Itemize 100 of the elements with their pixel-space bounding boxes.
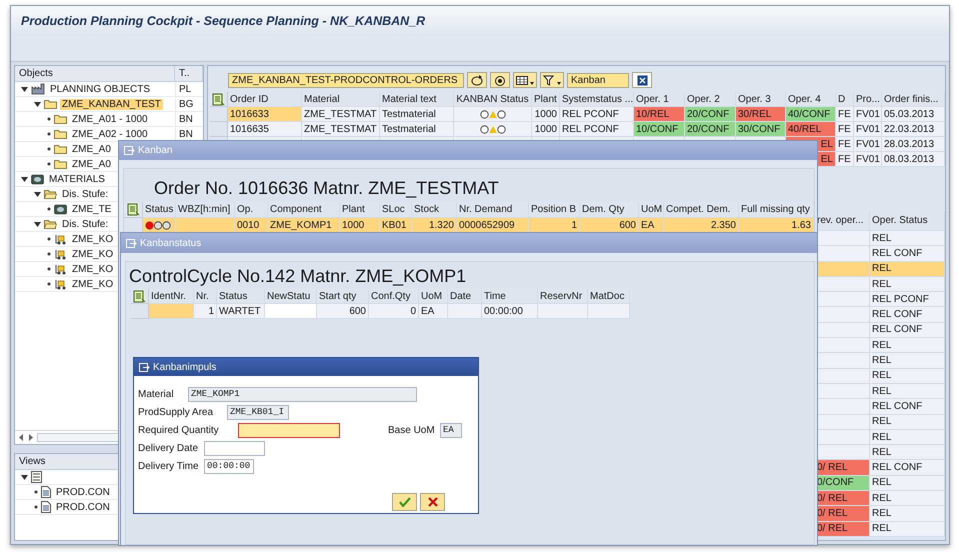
status-cell: 20/CONF <box>685 122 736 137</box>
table-cell: 22.03.2013 <box>882 122 945 137</box>
material-field: ZME_KOMP1 <box>188 386 417 402</box>
table-cell: 1000 <box>532 122 560 137</box>
column-header: Time <box>482 289 538 304</box>
table-cell: REL PCONF <box>560 107 634 122</box>
column-header: Status <box>143 202 176 218</box>
field-label: Material <box>138 388 175 400</box>
status-cell: 10/REL <box>634 107 685 122</box>
table-cell: 1.63 <box>739 218 814 233</box>
column-header: Oper. 3 <box>736 92 786 107</box>
table-cell: 1016633 <box>228 107 302 122</box>
table-cell: REL <box>870 476 945 492</box>
table-cell: 28.03.2013 <box>882 137 945 152</box>
column-header: Date <box>448 289 482 304</box>
table-cell: REL <box>870 353 945 369</box>
field-label: Base UoM <box>388 424 436 436</box>
status-cell: 20/CONF <box>685 107 736 122</box>
table-cell: ZME_KOMP1 <box>268 218 340 233</box>
table-cell: 08.03.2013 <box>882 152 945 167</box>
table-cell: 05.03.2013 <box>882 107 945 122</box>
order-heading: Order No. 1016636 Matnr. ZME_TESTMAT <box>153 177 500 200</box>
table-cell: EA <box>639 218 664 233</box>
table-cell: FE <box>836 137 854 152</box>
column-header: D <box>836 92 854 107</box>
field-label: ProdSupply Area <box>138 406 214 418</box>
column-header: Op. <box>235 202 268 218</box>
column-header: Material <box>302 92 380 107</box>
column-header: NewStatu <box>265 289 317 304</box>
column-header: Position B <box>529 202 580 218</box>
table-cell: FE <box>836 107 854 122</box>
table-cell: 0010 <box>235 218 268 233</box>
table-cell: BN <box>179 128 193 140</box>
table-cell: 1 <box>194 304 217 319</box>
table-cell: REL <box>870 384 945 400</box>
table-cell: ZME_TESTMAT <box>302 107 380 122</box>
column-header: T.. <box>175 66 203 81</box>
table-cell: EA <box>419 304 448 319</box>
column-header: Status <box>217 289 265 304</box>
column-header: Material text <box>380 92 454 107</box>
window-title: Production Planning Cockpit - Sequence Planning - NK_KANBAN_R <box>21 14 426 28</box>
column-header: Oper. 1 <box>634 92 685 107</box>
column-header: Stock <box>412 202 457 218</box>
column-header: Pro... <box>854 92 882 107</box>
dialog-title: Kanbanimpuls <box>153 362 216 372</box>
table-cell: REL <box>870 506 945 522</box>
status-cell: 30/CONF <box>736 122 786 137</box>
field-label: Delivery Time <box>138 460 200 472</box>
column-header: WBZ[h:min] <box>176 202 235 218</box>
column-header: UoM <box>639 202 664 218</box>
column-header: Start qty <box>317 289 369 304</box>
table-cell: 2.350 <box>664 218 739 233</box>
table-cell: REL <box>870 262 945 277</box>
table-cell: FE <box>836 152 854 167</box>
column-header: KANBAN Status <box>454 92 532 107</box>
table-cell: Testmaterial <box>380 122 454 137</box>
column-header: Compet. Dem. <box>664 202 739 218</box>
table-cell: PL <box>179 84 192 94</box>
table-cell: 0 <box>369 304 419 319</box>
column-header: Oper. Status <box>870 211 945 231</box>
table-cell: ZME_TESTMAT <box>302 122 380 137</box>
column-header: Nr. Demand <box>457 202 529 218</box>
column-header: Full missing qty <box>739 202 814 218</box>
table-cell: BG <box>179 98 194 110</box>
table-cell: REL <box>870 491 945 506</box>
column-header: Plant <box>340 202 380 218</box>
dialog-title: Kanban <box>138 145 172 156</box>
table-cell: REL <box>870 276 945 292</box>
table-cell: 1016635 <box>228 122 302 137</box>
table-cell: REL <box>870 368 945 384</box>
column-header: Nr. <box>194 289 217 304</box>
table-cell: REL CONF <box>870 399 945 415</box>
uom-field: EA <box>440 422 462 438</box>
column-header: Conf.Qty <box>369 289 419 304</box>
table-cell: REL <box>870 445 945 460</box>
supply-area-field: ZME_KB01_I <box>227 404 289 420</box>
table-cell: REL <box>870 338 945 354</box>
table-cell: REL CONF <box>870 322 945 338</box>
table-cell: BN <box>179 114 193 124</box>
table-cell: FE <box>836 122 854 137</box>
column-header: Objects <box>15 66 175 81</box>
table-cell: REL CONF <box>870 460 945 476</box>
column-header: Order ID <box>228 92 302 107</box>
table-cell: REL PCONF <box>870 292 945 308</box>
column-header: Order finis... <box>882 92 945 107</box>
table-cell: REL <box>870 414 945 430</box>
table-cell: REL CONF <box>870 307 945 323</box>
table-cell: REL PCONF <box>560 122 634 137</box>
table-cell: 600 <box>317 304 369 319</box>
status-cell: 40/REL <box>786 122 836 137</box>
table-cell: REL <box>870 430 945 446</box>
table-cell: FV01 <box>854 107 882 122</box>
column-header: Component <box>268 202 340 218</box>
table-cell: REL <box>870 522 945 537</box>
column-header: IdentNr. <box>149 289 194 304</box>
table-cell: WARTET <box>217 304 265 319</box>
column-header: MatDoc <box>588 289 630 304</box>
column-header: Plant <box>532 92 560 107</box>
column-header: Dem. Qty <box>580 202 639 218</box>
table-cell: 1000 <box>340 218 380 233</box>
